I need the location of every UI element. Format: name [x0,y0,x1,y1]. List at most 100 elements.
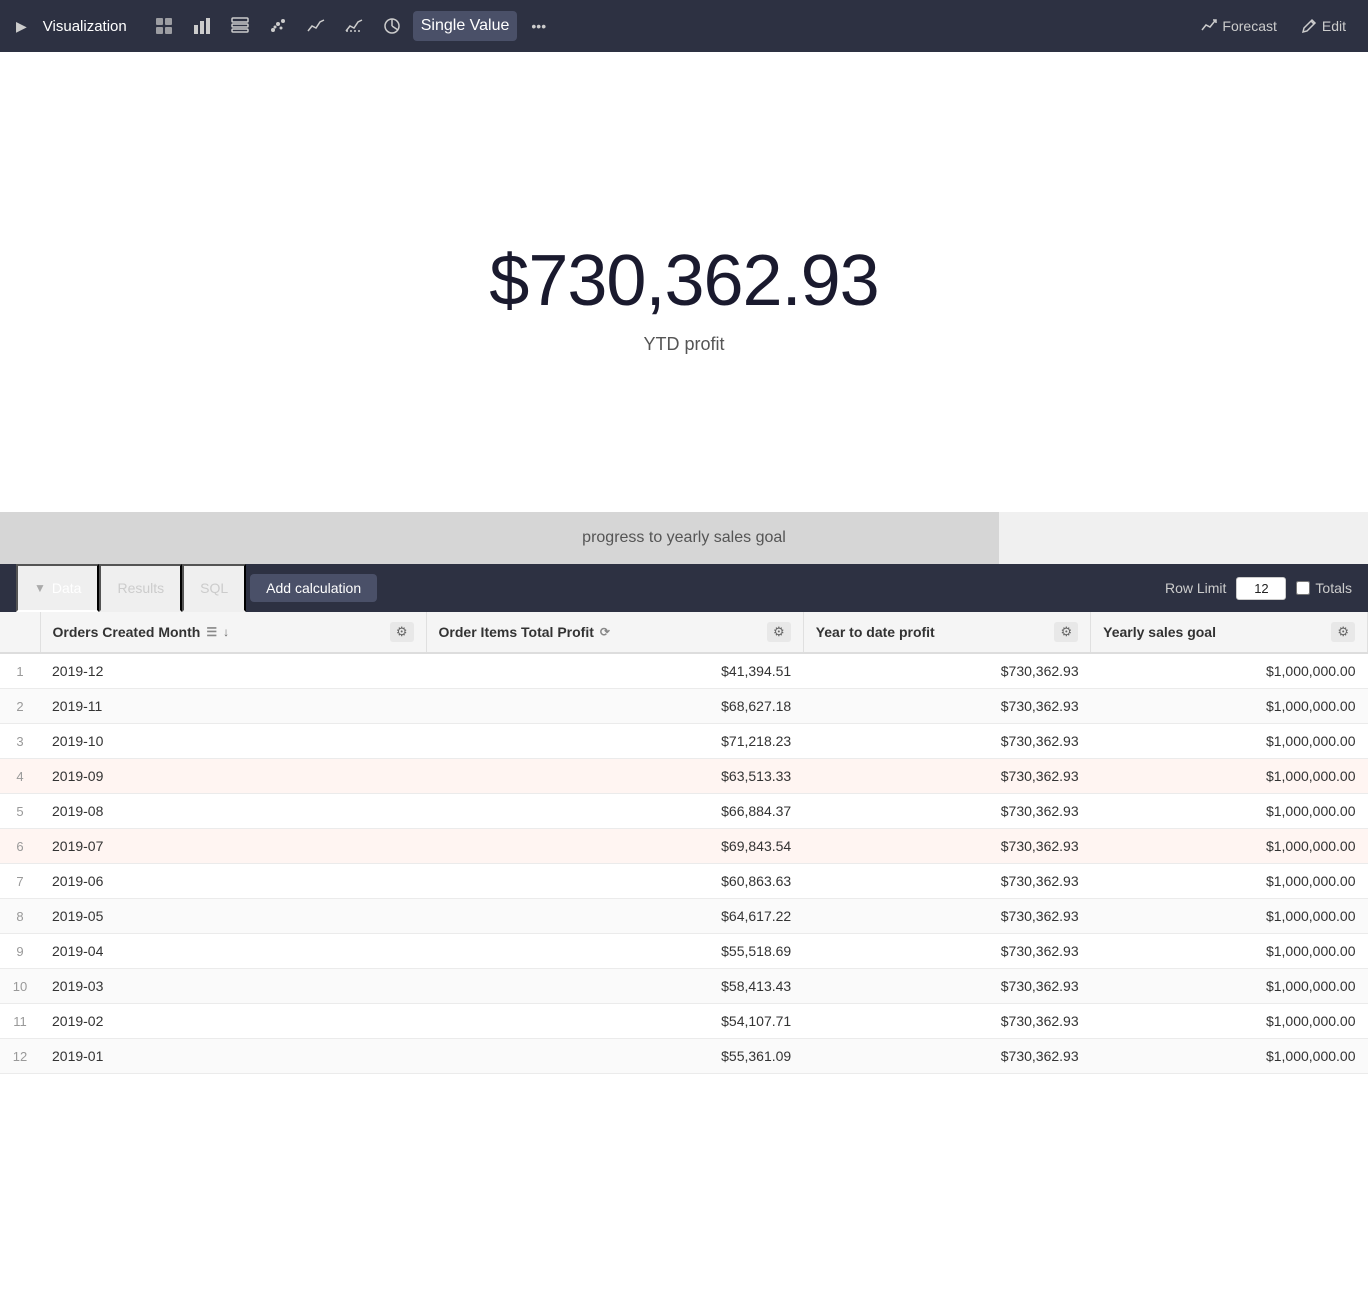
col-header-goal: Yearly sales goal ⚙ [1091,612,1368,653]
row-num-cell: 6 [0,829,40,864]
progress-bar-container: progress to yearly sales goal [0,512,1368,564]
table-row: 6 2019-07 $69,843.54 $730,362.93 $1,000,… [0,829,1368,864]
row-num-cell: 12 [0,1039,40,1074]
sort-down-icon: ↓ [223,625,229,639]
col-header-profit: Order Items Total Profit ⟳ ⚙ [426,612,803,653]
row-limit-label: Row Limit [1165,580,1226,596]
goal-cell: $1,000,000.00 [1091,934,1368,969]
goal-cell: $1,000,000.00 [1091,724,1368,759]
row-num-cell: 11 [0,1004,40,1039]
table-header-row: Orders Created Month ☰ ↓ ⚙ Order Items T… [0,612,1368,653]
col-header-month: Orders Created Month ☰ ↓ ⚙ [40,612,426,653]
month-cell: 2019-08 [40,794,426,829]
goal-cell: $1,000,000.00 [1091,1039,1368,1074]
row-num-cell: 3 [0,724,40,759]
month-cell: 2019-05 [40,899,426,934]
month-cell: 2019-07 [40,829,426,864]
profit-cell: $69,843.54 [426,829,803,864]
month-cell: 2019-02 [40,1004,426,1039]
profit-cell: $64,617.22 [426,899,803,934]
single-value-btn[interactable]: Single Value [413,11,518,41]
month-cell: 2019-04 [40,934,426,969]
profit-cell: $60,863.63 [426,864,803,899]
profit-cell: $41,394.51 [426,653,803,689]
row-num-cell: 7 [0,864,40,899]
goal-cell: $1,000,000.00 [1091,653,1368,689]
ytd-cell: $730,362.93 [803,1039,1090,1074]
profit-cell: $54,107.71 [426,1004,803,1039]
profit-cell: $58,413.43 [426,969,803,1004]
ytd-cell: $730,362.93 [803,864,1090,899]
col-gear-month[interactable]: ⚙ [390,622,414,642]
line-chart-icon-btn[interactable] [299,11,333,41]
col-gear-profit[interactable]: ⚙ [767,622,791,642]
delta-icon: ⟳ [600,625,610,639]
profit-cell: $68,627.18 [426,689,803,724]
profit-cell: $55,518.69 [426,934,803,969]
table-row: 10 2019-03 $58,413.43 $730,362.93 $1,000… [0,969,1368,1004]
col-gear-goal[interactable]: ⚙ [1331,622,1355,642]
profit-cell: $71,218.23 [426,724,803,759]
tab-sql[interactable]: SQL [182,564,246,612]
row-num-cell: 8 [0,899,40,934]
table-row: 2 2019-11 $68,627.18 $730,362.93 $1,000,… [0,689,1368,724]
row-num-cell: 5 [0,794,40,829]
table-row: 4 2019-09 $63,513.33 $730,362.93 $1,000,… [0,759,1368,794]
more-btn[interactable]: ••• [521,12,556,40]
tab-data[interactable]: ▼ Data [16,564,99,612]
goal-cell: $1,000,000.00 [1091,689,1368,724]
month-cell: 2019-01 [40,1039,426,1074]
visualization-area: $730,362.93 YTD profit [0,52,1368,512]
forecast-btn[interactable]: Forecast [1191,12,1286,40]
row-num-cell: 4 [0,759,40,794]
goal-cell: $1,000,000.00 [1091,1004,1368,1039]
row-limit-input[interactable] [1236,577,1286,600]
forecast-icon [1201,18,1217,34]
pie-chart-icon-btn[interactable] [375,11,409,41]
ytd-cell: $730,362.93 [803,689,1090,724]
area-chart-icon-btn[interactable] [337,11,371,41]
table-row: 1 2019-12 $41,394.51 $730,362.93 $1,000,… [0,653,1368,689]
ytd-cell: $730,362.93 [803,1004,1090,1039]
data-table: Orders Created Month ☰ ↓ ⚙ Order Items T… [0,612,1368,1074]
ytd-cell: $730,362.93 [803,934,1090,969]
table-row: 3 2019-10 $71,218.23 $730,362.93 $1,000,… [0,724,1368,759]
month-cell: 2019-10 [40,724,426,759]
month-cell: 2019-03 [40,969,426,1004]
totals-label[interactable]: Totals [1296,580,1352,596]
table-row: 11 2019-02 $54,107.71 $730,362.93 $1,000… [0,1004,1368,1039]
ytd-cell: $730,362.93 [803,969,1090,1004]
bar-chart-icon-btn[interactable] [185,11,219,41]
goal-cell: $1,000,000.00 [1091,969,1368,1004]
month-cell: 2019-06 [40,864,426,899]
goal-cell: $1,000,000.00 [1091,759,1368,794]
table-row: 8 2019-05 $64,617.22 $730,362.93 $1,000,… [0,899,1368,934]
collapse-arrow[interactable]: ▶ [12,14,31,39]
goal-cell: $1,000,000.00 [1091,864,1368,899]
ytd-cell: $730,362.93 [803,829,1090,864]
data-table-wrapper: Orders Created Month ☰ ↓ ⚙ Order Items T… [0,612,1368,1074]
goal-cell: $1,000,000.00 [1091,794,1368,829]
data-panel-toolbar: ▼ Data Results SQL Add calculation Row L… [0,564,1368,612]
table-row: 5 2019-08 $66,884.37 $730,362.93 $1,000,… [0,794,1368,829]
main-toolbar: ▶ Visualization Single Value ••• Forecas… [0,0,1368,52]
month-cell: 2019-11 [40,689,426,724]
profit-cell: $63,513.33 [426,759,803,794]
row-num-cell: 9 [0,934,40,969]
pivot-icon-btn[interactable] [223,11,257,41]
table-row: 7 2019-06 $60,863.63 $730,362.93 $1,000,… [0,864,1368,899]
edit-btn[interactable]: Edit [1291,12,1356,40]
row-num-cell: 1 [0,653,40,689]
totals-checkbox[interactable] [1296,581,1310,595]
goal-cell: $1,000,000.00 [1091,829,1368,864]
ytd-cell: $730,362.93 [803,653,1090,689]
progress-area: progress to yearly sales goal [0,512,1368,564]
progress-bar-fill [0,512,999,564]
edit-icon [1301,18,1317,34]
add-calculation-btn[interactable]: Add calculation [250,574,377,602]
goal-cell: $1,000,000.00 [1091,899,1368,934]
col-gear-ytd[interactable]: ⚙ [1054,622,1078,642]
table-icon-btn[interactable] [147,11,181,41]
scatter-icon-btn[interactable] [261,11,295,41]
tab-results[interactable]: Results [99,564,182,612]
